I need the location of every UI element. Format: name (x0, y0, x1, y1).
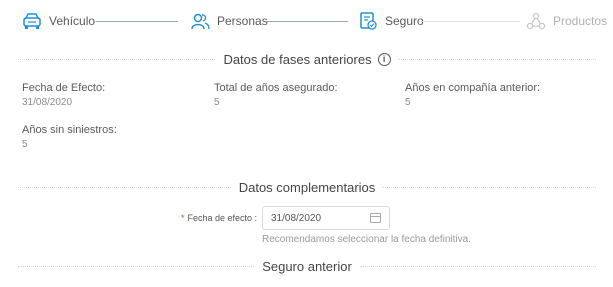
field-value: 5 (22, 139, 28, 150)
field-label: Fecha de Efecto: (22, 82, 106, 94)
car-icon (23, 13, 41, 29)
field-value: 5 (214, 97, 220, 108)
field-label: Años en compañía anterior: (405, 82, 541, 94)
divider (18, 58, 216, 60)
field-label: Años sin siniestros: (22, 124, 117, 136)
divider (398, 58, 597, 60)
step-personas[interactable]: Personas (190, 12, 268, 30)
section-title-text: Datos complementarios (238, 179, 376, 195)
step-label: Productos (553, 14, 608, 28)
field-anos-sin-siniestros: Años sin siniestros: 5 (22, 124, 117, 150)
field-value: 31/08/2020 (22, 97, 73, 108)
step-connector (266, 21, 348, 22)
products-icon (526, 12, 546, 30)
field-label: Total de años asegurado: (214, 82, 338, 94)
divider (18, 265, 255, 267)
step-label: Personas (217, 14, 268, 28)
section-complementary: Datos complementarios (18, 177, 596, 197)
section-previous-insurance: Seguro anterior (18, 256, 596, 276)
step-connector (96, 21, 178, 22)
section-title-text: Seguro anterior (262, 258, 352, 274)
step-seguro[interactable]: Seguro (358, 12, 424, 30)
step-label: Seguro (385, 14, 424, 28)
section-previous-phases: Datos de fases anteriores i (18, 49, 597, 69)
section-title: Datos de fases anteriores i (215, 52, 398, 67)
policy-icon (360, 12, 377, 30)
field-total-anos: Total de años asegurado: 5 (214, 82, 338, 108)
step-productos[interactable]: Productos (526, 12, 607, 30)
step-vehiculo[interactable]: Vehículo (22, 12, 95, 30)
step-connector (420, 21, 520, 22)
divider (18, 186, 231, 188)
required-mark: * (180, 213, 185, 223)
progress-stepper: Vehículo Personas Seguro Productos (0, 0, 613, 40)
step-label: Vehículo (49, 14, 96, 28)
field-value: 5 (405, 97, 411, 108)
effect-date-value: 31/08/2020 (271, 212, 322, 224)
effect-date-input[interactable]: 31/08/2020 (262, 206, 390, 230)
effect-date-hint: Recomendamos seleccionar la fecha defini… (262, 234, 471, 245)
section-title: Datos complementarios (231, 180, 384, 195)
divider (359, 265, 596, 267)
divider (383, 186, 596, 188)
field-anos-compania: Años en compañía anterior: 5 (405, 82, 540, 108)
section-title-text: Datos de fases anteriores (223, 51, 372, 67)
calendar-icon[interactable] (370, 213, 381, 223)
people-icon (191, 13, 210, 30)
effect-date-label-text: Fecha de efecto : (187, 213, 257, 223)
info-icon[interactable]: i (377, 52, 391, 66)
section-title: Seguro anterior (254, 259, 360, 274)
field-fecha-efecto: Fecha de Efecto: 31/08/2020 (22, 82, 105, 108)
effect-date-label: * Fecha de efecto : (181, 213, 257, 223)
